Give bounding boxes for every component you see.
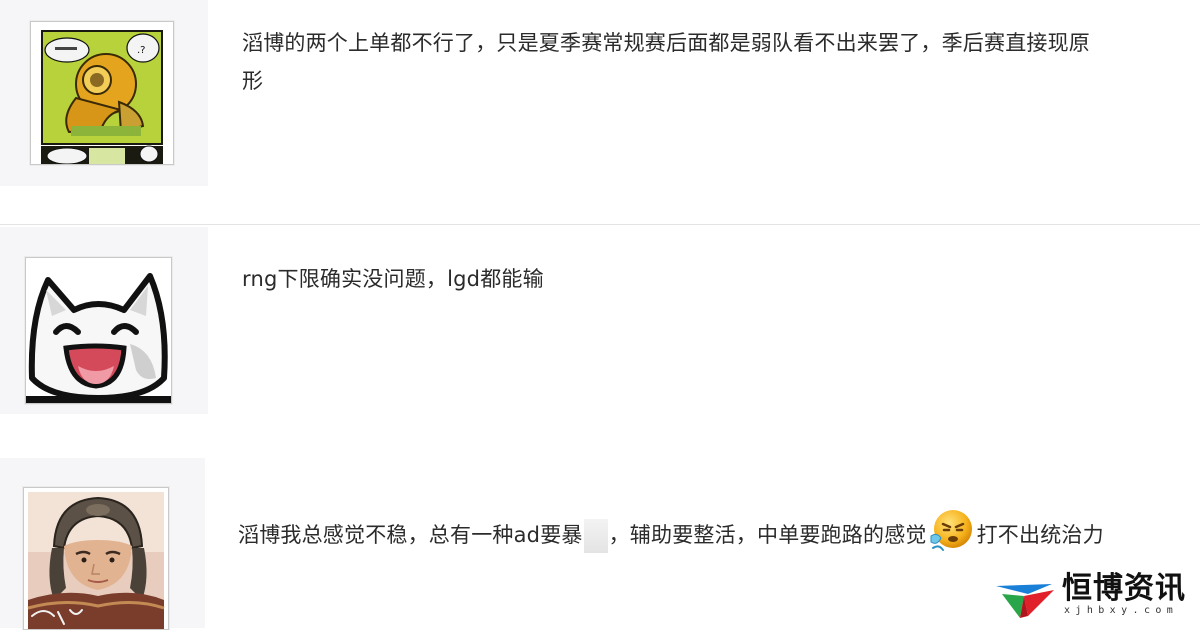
- xjhbxy-logo-icon: [996, 584, 1054, 618]
- warrior-helmet-avatar-image: [24, 488, 168, 629]
- censored-blur: [583, 519, 608, 553]
- avatar[interactable]: [23, 487, 169, 630]
- comment-item-2: rng下限确实没问题，lgd都能输: [0, 225, 1200, 435]
- comment-item-1: .? 滔博的两个上单都不行了，只是夏季赛常规赛后面都是弱队看不出来罢了，季后赛直…: [0, 0, 1200, 224]
- white-cat-avatar-image: [26, 258, 171, 403]
- watermark-domain: xjhbxy.com: [1064, 605, 1179, 616]
- comment-text-segment: ，辅助要整活，中单要跑路的感觉: [608, 523, 927, 547]
- comic-diver-avatar-image: .?: [31, 22, 173, 164]
- comment-text: 滔博我总感觉不稳，总有一种ad要暴 ，辅助要整活，中单要跑路的感觉 打不出统治力: [238, 508, 1198, 554]
- svg-text:.?: .?: [137, 45, 146, 56]
- comment-text-line: rng下限确实没问题，lgd都能输: [242, 267, 544, 291]
- comment-text: 滔博的两个上单都不行了，只是夏季赛常规赛后面都是弱队看不出来罢了，季后赛直接现原…: [242, 24, 1182, 100]
- comment-text-segment: 打不出统治力: [976, 523, 1104, 547]
- comment-text: rng下限确实没问题，lgd都能输: [242, 260, 1142, 298]
- comment-text-line: 形: [242, 69, 264, 93]
- avatar[interactable]: .?: [30, 21, 174, 165]
- avatar[interactable]: [25, 257, 172, 404]
- comment-text-segment: 滔博我总感觉不稳，总有一种ad要暴: [238, 523, 583, 547]
- sneeze-emoji-icon: [929, 508, 975, 554]
- watermark: 恒博资讯 xjhbxy.com: [994, 570, 1190, 622]
- comment-text-line: 滔博的两个上单都不行了，只是夏季赛常规赛后面都是弱队看不出来罢了，季后赛直接现原: [242, 31, 1090, 55]
- watermark-title: 恒博资讯: [1062, 571, 1186, 606]
